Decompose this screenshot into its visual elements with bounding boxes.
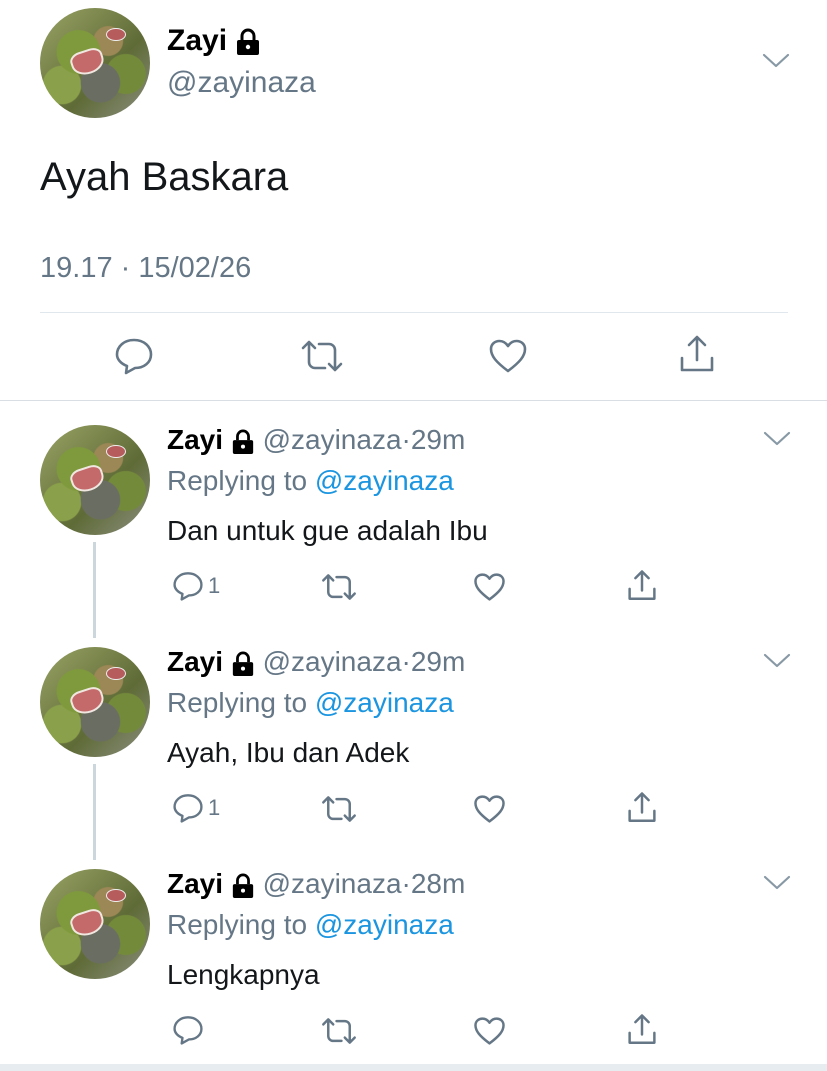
reply-author-handle[interactable]: @zayinaza	[263, 424, 402, 455]
reply-author-handle[interactable]: @zayinaza	[263, 868, 402, 899]
chevron-down-icon[interactable]	[763, 874, 791, 892]
share-icon[interactable]	[626, 1013, 658, 1046]
author-handle[interactable]: @zayinaza	[167, 66, 316, 100]
mention-link[interactable]: @zayinaza	[315, 465, 454, 496]
reply-time[interactable]: 29m	[411, 424, 465, 455]
reply-icon[interactable]	[172, 793, 204, 823]
avatar[interactable]	[40, 869, 150, 979]
replying-to: Replying to @zayinaza	[167, 465, 454, 497]
avatar[interactable]	[40, 425, 150, 535]
retweet-icon[interactable]	[320, 794, 358, 824]
lock-icon	[232, 873, 253, 898]
retweet-icon[interactable]	[320, 572, 358, 602]
heart-icon[interactable]	[473, 794, 506, 824]
reply-time[interactable]: 28m	[411, 868, 465, 899]
separator-dot: ·	[401, 868, 411, 899]
chevron-down-icon[interactable]	[763, 430, 791, 448]
reply-header[interactable]: Zayi @zayinaza·29m	[167, 646, 465, 678]
avatar[interactable]	[40, 8, 150, 118]
avatar[interactable]	[40, 647, 150, 757]
reply-icon[interactable]	[172, 1015, 204, 1045]
reply-author-handle[interactable]: @zayinaza	[263, 646, 402, 677]
chevron-down-icon[interactable]	[763, 652, 791, 670]
lock-icon	[237, 28, 260, 56]
replying-label: Replying to	[167, 465, 308, 496]
lock-icon	[232, 651, 253, 676]
share-icon[interactable]	[626, 569, 658, 602]
separator-dot: ·	[401, 424, 411, 455]
mention-link[interactable]: @zayinaza	[315, 909, 454, 940]
replying-label: Replying to	[167, 909, 308, 940]
reply-author-name[interactable]: Zayi	[167, 868, 223, 899]
replying-to: Replying to @zayinaza	[167, 687, 454, 719]
chevron-down-icon[interactable]	[762, 52, 790, 70]
tweet-timestamp[interactable]: 19.17 · 15/02/26	[40, 252, 251, 285]
heart-icon[interactable]	[473, 1016, 506, 1046]
reply-count: 1	[208, 795, 221, 820]
reply-text: Lengkapnya	[167, 959, 320, 990]
thread-line	[93, 542, 96, 638]
divider	[40, 312, 788, 313]
author-name-text[interactable]: Zayi	[167, 24, 227, 57]
retweet-icon[interactable]	[299, 338, 345, 374]
share-icon[interactable]	[678, 334, 716, 374]
retweet-icon[interactable]	[320, 1016, 358, 1046]
mention-link[interactable]: @zayinaza	[315, 687, 454, 718]
reply-icon[interactable]	[114, 337, 154, 375]
reply-time[interactable]: 29m	[411, 646, 465, 677]
reply-author-name[interactable]: Zayi	[167, 424, 223, 455]
reply-icon[interactable]	[172, 571, 204, 601]
replying-to: Replying to @zayinaza	[167, 909, 454, 941]
reply-author-name[interactable]: Zayi	[167, 646, 223, 677]
reply-text: Ayah, Ibu dan Adek	[167, 737, 410, 768]
heart-icon[interactable]	[473, 572, 506, 602]
divider	[0, 400, 827, 401]
author-name[interactable]: Zayi	[167, 24, 261, 58]
separator-dot: ·	[401, 646, 411, 677]
reply-text: Dan untuk gue adalah Ibu	[167, 515, 488, 546]
lock-icon	[232, 429, 253, 454]
share-icon[interactable]	[626, 791, 658, 824]
reply-count: 1	[208, 573, 221, 598]
tweet-text: Ayah Baskara	[40, 155, 289, 199]
reply-header[interactable]: Zayi @zayinaza·29m	[167, 424, 465, 456]
thread-line	[93, 764, 96, 860]
bottom-divider	[0, 1064, 827, 1071]
reply-header[interactable]: Zayi @zayinaza·28m	[167, 868, 465, 900]
heart-icon[interactable]	[488, 338, 528, 374]
replying-label: Replying to	[167, 687, 308, 718]
